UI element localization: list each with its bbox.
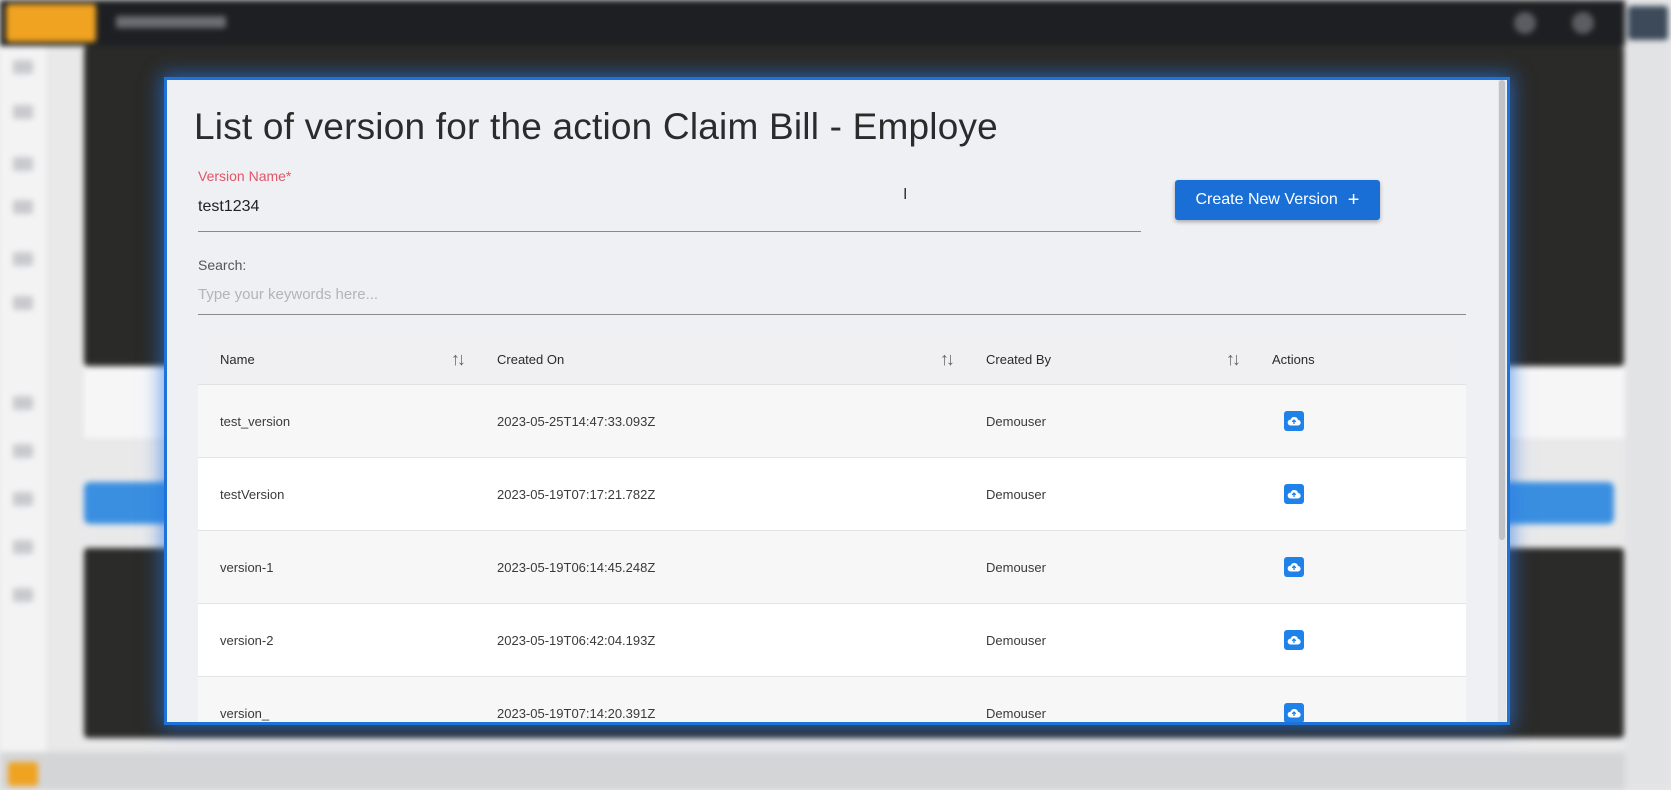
cell-actions <box>1250 703 1466 722</box>
cell-name: test_version <box>220 413 291 429</box>
modal-title: List of version for the action Claim Bil… <box>194 106 998 147</box>
cell-created-by: Demouser <box>986 413 1046 429</box>
cell-name: testVersion <box>220 486 285 502</box>
sidebar-icon <box>13 60 33 74</box>
sidebar-icon <box>13 200 33 214</box>
cell-created-on: 2023-05-19T06:42:04.193Z <box>497 632 656 648</box>
sort-arrows-icon[interactable]: ↑↓ <box>451 349 466 370</box>
column-header-created-on[interactable]: Created On ↑↓ <box>475 334 964 384</box>
create-new-version-button[interactable]: Create New Version + <box>1175 180 1380 220</box>
cell-created-on: 2023-05-19T07:14:20.391Z <box>497 705 656 721</box>
table-row: version-1 2023-05-19T06:14:45.248Z Demou… <box>198 531 1466 604</box>
sidebar-icon <box>13 252 33 266</box>
table-row: test_version 2023-05-25T14:47:33.093Z De… <box>198 385 1466 458</box>
scrollbar-thumb[interactable] <box>1499 80 1505 540</box>
sort-arrows-icon[interactable]: ↑↓ <box>1226 349 1241 370</box>
version-table: Name ↑↓ Created On ↑↓ Created By ↑↓ Acti… <box>198 334 1466 722</box>
cell-name: version-2 <box>220 632 274 648</box>
column-header-name[interactable]: Name ↑↓ <box>198 334 475 384</box>
cell-actions <box>1250 557 1466 577</box>
notification-icon <box>1514 12 1536 34</box>
cell-created-by: Demouser <box>986 486 1046 502</box>
table-row: version-2 2023-05-19T06:42:04.193Z Demou… <box>198 604 1466 677</box>
app-top-bar <box>0 0 1671 46</box>
cell-created-by: Demouser <box>986 559 1046 575</box>
footer-logo <box>8 762 38 786</box>
column-header-label: Actions <box>1272 351 1315 367</box>
sidebar-icon <box>13 296 33 310</box>
table-header: Name ↑↓ Created On ↑↓ Created By ↑↓ Acti… <box>198 334 1466 385</box>
cell-created-by: Demouser <box>986 632 1046 648</box>
cell-actions <box>1250 630 1466 650</box>
cell-created-on: 2023-05-25T14:47:33.093Z <box>497 413 656 429</box>
table-row: version_ 2023-05-19T07:14:20.391Z Demous… <box>198 677 1466 722</box>
user-avatar-icon <box>1572 12 1594 34</box>
sidebar-icon <box>13 588 33 602</box>
cloud-upload-icon[interactable] <box>1284 484 1304 504</box>
column-header-created-by[interactable]: Created By ↑↓ <box>964 334 1250 384</box>
cell-created-on: 2023-05-19T07:17:21.782Z <box>497 486 656 502</box>
table-row: testVersion 2023-05-19T07:17:21.782Z Dem… <box>198 458 1466 531</box>
modal-scrollbar[interactable] <box>1498 80 1506 722</box>
version-name-input[interactable] <box>198 183 1141 232</box>
sidebar-icon <box>13 396 33 410</box>
cell-actions <box>1250 484 1466 504</box>
cell-name: version-1 <box>220 559 274 575</box>
column-header-label: Created On <box>497 351 565 367</box>
background-edge-block <box>1628 6 1668 40</box>
cloud-upload-icon[interactable] <box>1284 703 1304 722</box>
app-footer <box>0 752 1671 790</box>
app-title-placeholder <box>116 16 226 28</box>
column-header-label: Name <box>220 351 255 367</box>
sidebar-icon <box>13 157 33 171</box>
cell-name: version_ <box>220 705 270 721</box>
app-logo <box>6 4 96 42</box>
sidebar-icon <box>13 105 33 119</box>
cloud-upload-icon[interactable] <box>1284 411 1304 431</box>
cell-created-on: 2023-05-19T06:14:45.248Z <box>497 559 656 575</box>
sidebar-icon <box>13 540 33 554</box>
create-new-version-label: Create New Version <box>1195 191 1338 208</box>
cell-actions <box>1250 411 1466 431</box>
cloud-upload-icon[interactable] <box>1284 557 1304 577</box>
search-input[interactable] <box>198 274 1466 315</box>
text-cursor-icon: I <box>903 186 908 203</box>
search-label: Search: <box>198 257 247 273</box>
version-list-modal: List of version for the action Claim Bil… <box>167 80 1507 722</box>
version-name-label: Version Name* <box>198 168 292 184</box>
sidebar-icon <box>13 492 33 506</box>
column-header-actions: Actions <box>1250 334 1466 384</box>
table-body: test_version 2023-05-25T14:47:33.093Z De… <box>198 385 1466 722</box>
cell-created-by: Demouser <box>986 705 1046 721</box>
sort-arrows-icon[interactable]: ↑↓ <box>940 349 955 370</box>
plus-icon: + <box>1347 189 1360 211</box>
column-header-label: Created By <box>986 351 1052 367</box>
sidebar-icon <box>13 444 33 458</box>
cloud-upload-icon[interactable] <box>1284 630 1304 650</box>
background-edge <box>1625 0 1671 790</box>
